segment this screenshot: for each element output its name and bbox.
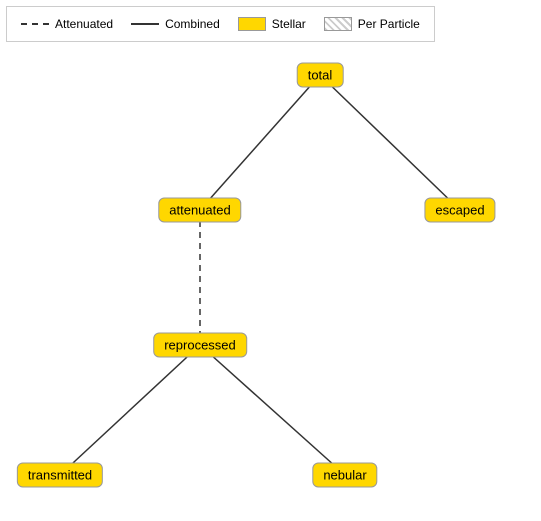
node-reprocessed: reprocessed: [153, 333, 247, 358]
node-transmitted: transmitted: [17, 463, 103, 488]
legend-per-particle: Per Particle: [324, 17, 420, 31]
legend-per-particle-label: Per Particle: [358, 17, 420, 31]
node-nebular: nebular: [312, 463, 377, 488]
node-total: total: [297, 63, 344, 88]
stellar-box-icon: [238, 17, 266, 31]
node-attenuated: attenuated: [158, 198, 241, 223]
solid-line-icon: [131, 23, 159, 25]
per-particle-box-icon: [324, 17, 352, 31]
legend-attenuated: Attenuated: [21, 17, 113, 31]
legend-attenuated-label: Attenuated: [55, 17, 113, 31]
legend-combined: Combined: [131, 17, 220, 31]
legend-combined-label: Combined: [165, 17, 220, 31]
diagram-lines: [0, 0, 541, 521]
node-escaped: escaped: [424, 198, 495, 223]
legend-stellar-label: Stellar: [272, 17, 306, 31]
legend-stellar: Stellar: [238, 17, 306, 31]
legend: Attenuated Combined Stellar Per Particle: [6, 6, 435, 42]
dashed-line-icon: [21, 23, 49, 25]
